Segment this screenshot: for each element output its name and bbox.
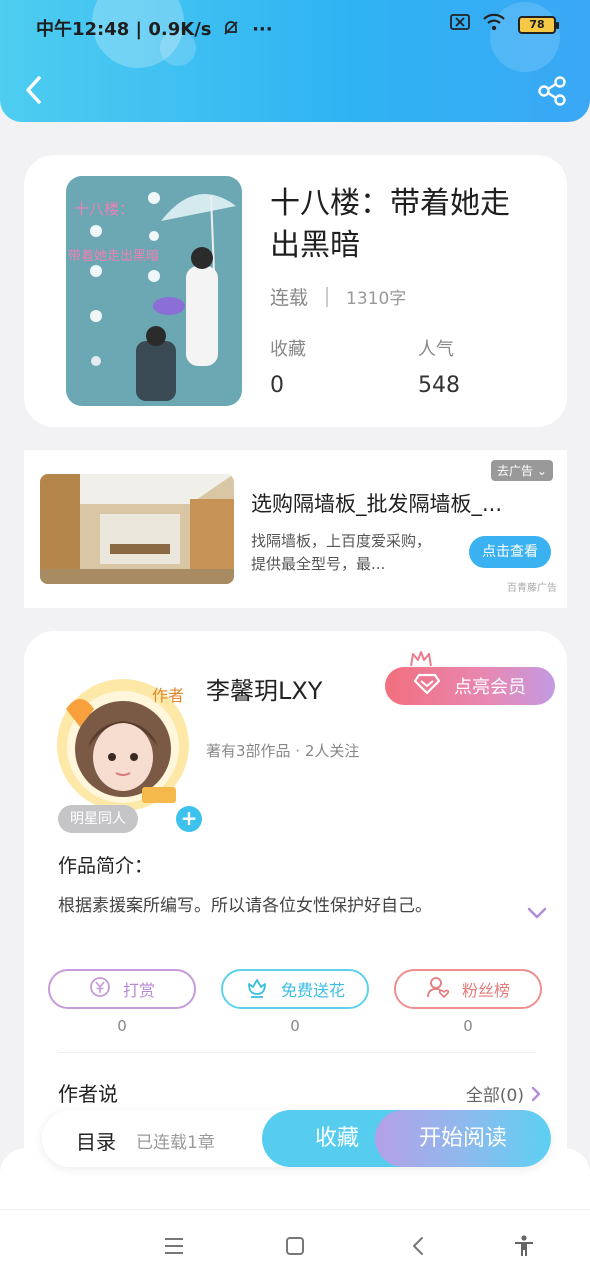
ad-description: 找隔墙板，上百度爱采购，提供最全型号，最... (251, 532, 432, 573)
status-more: ··· (252, 19, 273, 40)
section-divider (58, 1052, 536, 1053)
vip-button[interactable]: 点亮会员 (385, 667, 555, 705)
author-says-label: 作者说 (58, 1082, 118, 1106)
vip-button-label: 点亮会员 (454, 677, 526, 698)
author-says-all-button[interactable]: 全部(0) (466, 1081, 542, 1106)
book-info-card: 十八楼： 带着她走出黑暗 十八楼：带着她走出黑暗 连载 1310字 收藏 0 人… (24, 155, 567, 427)
meta-divider (326, 286, 329, 307)
home-icon[interactable] (282, 1234, 308, 1258)
ad-source: 百青藤广告 (507, 583, 557, 594)
fans-ranking-button[interactable]: 粉丝榜 (394, 969, 542, 1009)
favorites-value: 0 (270, 373, 284, 398)
battery-icon: 78 (518, 15, 559, 34)
share-button[interactable] (536, 74, 570, 108)
fans-icon (426, 975, 450, 1003)
fans-count: 0 (463, 1017, 473, 1035)
cover-title-line-2: 带着她走出黑暗 (68, 248, 159, 264)
send-flower-label: 免费送花 (280, 981, 345, 1000)
chevron-left-icon (26, 76, 41, 104)
flower-count: 0 (290, 1017, 300, 1035)
remove-ad-button[interactable]: 去广告 ⌄ (491, 460, 553, 481)
popularity-label: 人气 (418, 339, 454, 360)
reward-button[interactable]: 打赏 (48, 969, 196, 1009)
add-tag-button[interactable]: + (176, 806, 202, 832)
ad-view-button[interactable]: 点击查看 (469, 536, 551, 568)
back-nav-icon[interactable] (406, 1234, 432, 1258)
popularity-value: 548 (418, 373, 460, 398)
status-time-text: 中午12:48 | 0.9K/s (36, 19, 212, 40)
yen-icon (89, 976, 111, 1002)
status-bar: 中午12:48 | 0.9K/s ··· 78 (0, 0, 590, 52)
toc-button[interactable]: 目录 (76, 1126, 116, 1155)
bell-off-icon (222, 19, 240, 42)
back-button[interactable] (20, 70, 50, 110)
book-cover[interactable]: 十八楼： 带着她走出黑暗 (66, 176, 242, 406)
book-meta: 连载 1310字 (270, 283, 406, 310)
reward-label: 打赏 (122, 981, 155, 1000)
accessibility-icon[interactable] (511, 1234, 537, 1258)
book-status: 连载 (270, 287, 309, 309)
author-says-all-label: 全部(0) (465, 1086, 524, 1106)
system-nav-bar (0, 1209, 590, 1280)
intro-text: 根据素援案所编写。所以请各位女性保护好自己。 (58, 896, 432, 916)
reward-count: 0 (117, 1017, 127, 1035)
author-stats: 著有3部作品 · 2人关注 (206, 742, 360, 760)
author-avatar[interactable]: 作者 (50, 669, 196, 815)
popularity-stat: 人气 548 (418, 335, 460, 398)
bottom-action-bar: 目录 已连载1章 收藏 开始阅读 (42, 1110, 551, 1167)
favorites-stat: 收藏 0 (270, 335, 306, 398)
word-count: 1310字 (346, 289, 407, 309)
favorites-label: 收藏 (270, 339, 306, 360)
book-title: 十八楼：带着她走出黑暗 (270, 186, 510, 263)
cover-title-line-1: 十八楼： (74, 200, 134, 218)
send-flower-button[interactable]: 免费送花 (221, 969, 369, 1009)
share-icon (538, 76, 566, 106)
chevron-down-icon (527, 907, 547, 919)
ad-banner[interactable]: 选购隔墙板_批发隔墙板_... 找隔墙板，上百度爱采购，提供最全型号，最... … (24, 450, 567, 608)
crown-icon (409, 649, 433, 669)
menu-icon[interactable] (161, 1234, 187, 1258)
chevron-right-icon (531, 1086, 541, 1101)
start-reading-button[interactable]: 开始阅读 (375, 1110, 551, 1167)
fans-ranking-label: 粉丝榜 (461, 981, 510, 1000)
top-header: 中午12:48 | 0.9K/s ··· 78 (0, 0, 590, 122)
expand-intro-button[interactable] (526, 905, 548, 921)
genre-tag[interactable]: 明星同人 (58, 805, 138, 833)
author-name[interactable]: 李馨玥LXY (206, 671, 322, 706)
ad-title[interactable]: 选购隔墙板_批发隔墙板_... (251, 488, 531, 518)
ad-image[interactable] (40, 474, 234, 584)
sim-off-icon (450, 14, 470, 35)
diamond-icon (413, 673, 441, 700)
flower-icon (245, 976, 269, 1002)
status-time: 中午12:48 | 0.9K/s ··· (36, 15, 273, 42)
avatar-badge: 作者 (152, 686, 184, 705)
chapter-count[interactable]: 已连载1章 (136, 1128, 215, 1153)
wifi-icon (482, 13, 506, 36)
intro-label: 作品简介： (58, 855, 154, 877)
status-icons: 78 (450, 13, 559, 36)
